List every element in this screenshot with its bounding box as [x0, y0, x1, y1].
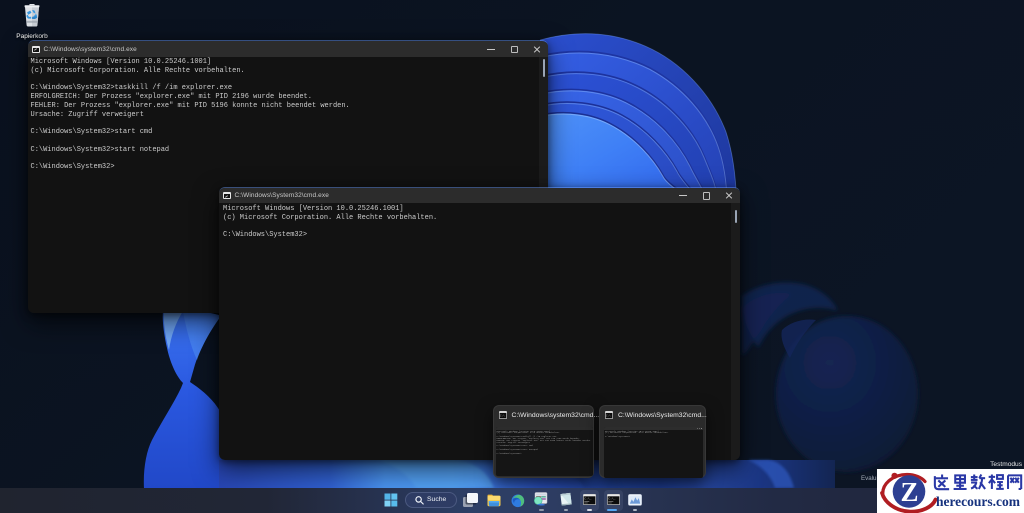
svg-text:herecours.com: herecours.com	[936, 494, 1021, 509]
svg-text:Z: Z	[900, 477, 918, 507]
svg-text:C:\: C:\	[500, 414, 505, 418]
svg-text:C:\: C:\	[606, 414, 611, 418]
svg-text:C:\_: C:\_	[584, 496, 591, 500]
svg-text:C:\_: C:\_	[608, 496, 615, 500]
